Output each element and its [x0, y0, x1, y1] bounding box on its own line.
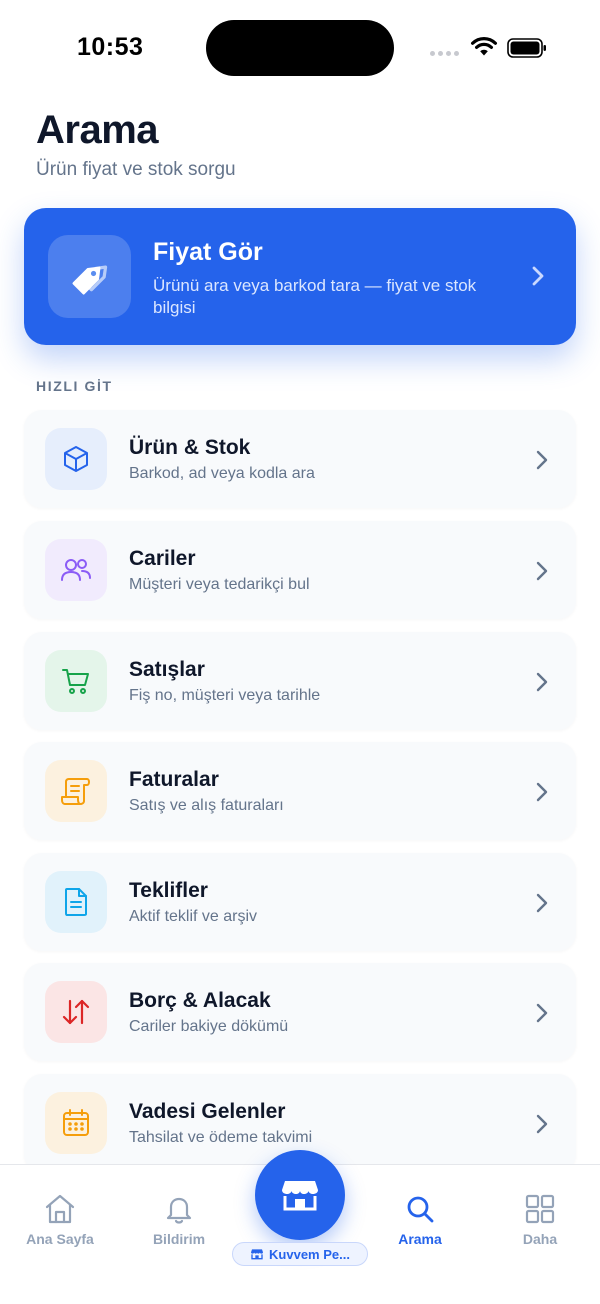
list-item-subtitle: Aktif teklif ve arşiv [129, 908, 258, 925]
document-icon [45, 871, 107, 933]
store-icon [282, 1181, 318, 1211]
bell-icon [166, 1197, 192, 1224]
signal-icon [430, 51, 459, 56]
tab-label: Daha [522, 1231, 558, 1247]
chevron-right-icon [536, 1003, 548, 1023]
box-icon [45, 428, 107, 490]
list-item-subtitle: Satış ve alış faturaları [129, 797, 284, 814]
battery-icon [507, 38, 546, 58]
price-lookup-card[interactable]: Fiyat Gör Ürünü ara veya barkod tara — f… [24, 208, 576, 345]
store-name: Kuvvem Pe... [269, 1246, 350, 1262]
list-item-title: Borç & Alacak [129, 989, 271, 1012]
page-title: Arama [36, 108, 159, 152]
list-item-quotes[interactable]: Teklifler Aktif teklif ve arşiv [24, 853, 576, 951]
list-item-invoices[interactable]: Faturalar Satış ve alış faturaları [24, 742, 576, 840]
tab-label: Ana Sayfa [26, 1231, 94, 1247]
list-item-title: Satışlar [129, 658, 205, 681]
list-item-subtitle: Cariler bakiye dökümü [129, 1018, 289, 1035]
store-button[interactable] [255, 1150, 345, 1240]
tab-more[interactable]: Daha [485, 1193, 595, 1247]
chevron-right-icon [536, 450, 548, 470]
cart-icon [45, 650, 107, 712]
store-name-chip[interactable]: Kuvvem Pe... [232, 1242, 368, 1266]
chevron-right-icon [536, 1114, 548, 1134]
chevron-right-icon [536, 672, 548, 692]
status-bar: 10:53 [0, 0, 600, 96]
store-icon [251, 1249, 264, 1260]
chevron-right-icon [532, 266, 544, 286]
list-item-title: Vadesi Gelenler [129, 1100, 286, 1123]
list-item-subtitle: Fiş no, müşteri veya tarihle [129, 687, 321, 704]
list-item-sales[interactable]: Satışlar Fiş no, müşteri veya tarihle [24, 632, 576, 730]
arrows-up-down-icon [45, 981, 107, 1043]
tab-label: Arama [398, 1231, 442, 1247]
grid-icon [525, 1194, 555, 1224]
list-item-title: Ürün & Stok [129, 436, 251, 459]
calendar-icon [45, 1092, 107, 1154]
list-item-title: Teklifler [129, 879, 208, 902]
tab-notifications[interactable]: Bildirim [124, 1193, 234, 1247]
hero-title: Fiyat Gör [153, 238, 263, 266]
users-icon [45, 539, 107, 601]
tab-home[interactable]: Ana Sayfa [5, 1193, 115, 1247]
list-item-title: Cariler [129, 547, 196, 570]
home-icon [45, 1194, 75, 1224]
wifi-icon [471, 37, 497, 56]
hero-description: Ürünü ara veya barkod tara — fiyat ve st… [153, 276, 477, 317]
tab-label: Bildirim [152, 1231, 206, 1247]
price-tag-icon [48, 235, 131, 318]
tab-search[interactable]: Arama [365, 1193, 475, 1247]
list-item-product-stock[interactable]: Ürün & Stok Barkod, ad veya kodla ara [24, 410, 576, 508]
dynamic-island [206, 20, 394, 76]
list-item-subtitle: Müşteri veya tedarikçi bul [129, 576, 310, 593]
status-time: 10:53 [77, 33, 144, 61]
search-icon [407, 1196, 434, 1223]
receipt-icon [45, 760, 107, 822]
list-item-title: Faturalar [129, 768, 219, 791]
list-item-subtitle: Barkod, ad veya kodla ara [129, 465, 315, 482]
chevron-right-icon [536, 561, 548, 581]
list-item-accounts[interactable]: Cariler Müşteri veya tedarikçi bul [24, 521, 576, 619]
section-label: HIZLI GİT [36, 378, 113, 394]
page-subtitle: Ürün fiyat ve stok sorgu [36, 159, 236, 180]
chevron-right-icon [536, 893, 548, 913]
list-item-debt-credit[interactable]: Borç & Alacak Cariler bakiye dökümü [24, 963, 576, 1061]
chevron-right-icon [536, 782, 548, 802]
list-item-subtitle: Tahsilat ve ödeme takvimi [129, 1129, 313, 1146]
